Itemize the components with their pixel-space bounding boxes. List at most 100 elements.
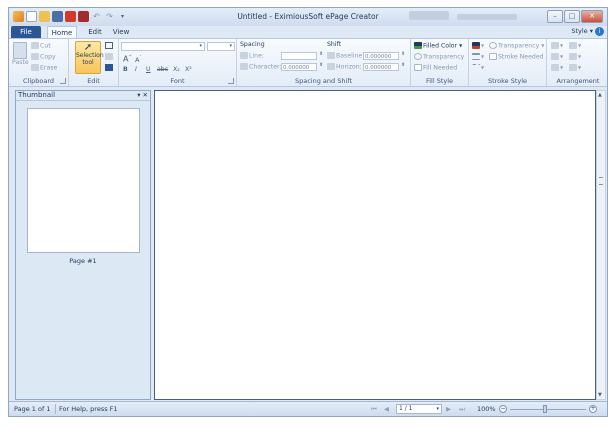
style-menu[interactable]: Style ▾ xyxy=(571,27,593,35)
text-tool-icon[interactable] xyxy=(105,42,113,49)
font-launcher-icon[interactable] xyxy=(228,78,234,84)
subscript-icon: X₂ xyxy=(173,66,180,73)
rotate-icon xyxy=(569,64,577,71)
align-button[interactable]: ▾ xyxy=(569,42,581,50)
character-spacing-input[interactable]: 0.000000 xyxy=(281,63,317,71)
cut-label: Cut xyxy=(40,42,51,50)
font-group: ▾ ▾ A^ Aˇ B I U abc X₂ X² Font xyxy=(119,39,237,86)
font-size-select[interactable]: ▾ xyxy=(207,42,235,51)
scroll-grip-icon[interactable] xyxy=(599,177,603,185)
previous-page-icon[interactable]: ◀ xyxy=(384,405,389,413)
baseline-text: Baseline: xyxy=(336,52,365,60)
help-icon[interactable]: i xyxy=(595,27,604,36)
stroke-color-button[interactable]: ▾ xyxy=(472,42,484,50)
font-family-select[interactable]: ▾ xyxy=(121,42,205,51)
character-spacing-spinner[interactable]: ⬍ xyxy=(319,62,323,68)
tab-file[interactable]: File xyxy=(11,26,41,38)
horizon-input[interactable]: 0.000000 xyxy=(363,63,399,71)
filled-color-button[interactable]: Filled Color ▾ xyxy=(414,42,462,50)
group-button[interactable]: ▾ xyxy=(569,53,581,61)
fill-needed-checkbox[interactable]: Fill Needed xyxy=(414,64,457,72)
italic-button[interactable]: I xyxy=(135,66,137,73)
font-group-label: Font xyxy=(170,77,185,85)
copy-button[interactable]: Copy xyxy=(31,53,56,61)
subscript-button[interactable]: X₂ xyxy=(173,66,180,73)
scroll-up-icon[interactable]: ▲ xyxy=(598,92,602,98)
scroll-down-icon[interactable]: ▼ xyxy=(598,392,602,398)
send-backward-icon xyxy=(551,53,559,60)
cut-button[interactable]: Cut xyxy=(31,42,51,50)
stroke-style-group-label: Stroke Style xyxy=(487,77,528,85)
page-thumbnail[interactable] xyxy=(27,108,140,253)
horizon-spinner[interactable]: ⬍ xyxy=(401,62,405,68)
page-selector[interactable]: 1 / 1 ▾ xyxy=(396,404,442,414)
tab-home[interactable]: Home xyxy=(47,26,77,38)
page-canvas[interactable] xyxy=(154,90,596,400)
line-spacing-spinner[interactable]: ⬍ xyxy=(319,51,323,57)
title-bar: ↶ ↷ ▾ Untitled - EximiousSoft ePage Crea… xyxy=(9,8,607,26)
bring-forward-button[interactable]: ▾ xyxy=(551,42,563,50)
scissors-icon xyxy=(31,42,39,49)
line-dash-button[interactable]: ▾ xyxy=(472,64,484,72)
zoom-in-icon[interactable]: + xyxy=(589,405,597,413)
italic-icon: I xyxy=(135,66,137,73)
stroke-transparency-button[interactable]: Transparency ▾ xyxy=(489,42,544,50)
thumbnail-panel-title: Thumbnail xyxy=(18,91,56,99)
bold-button[interactable]: B xyxy=(123,66,128,73)
clipboard-launcher-icon[interactable] xyxy=(60,78,66,84)
ribbon: Paste Cut Copy Erase Clipboard ➚ Selecti… xyxy=(9,38,607,87)
tab-view[interactable]: View xyxy=(109,26,133,38)
edit-group: ➚ Selection tool Edit xyxy=(69,39,119,86)
tab-edit[interactable]: Edit xyxy=(83,26,107,38)
next-page-icon[interactable]: ▶ xyxy=(446,405,451,413)
blurred-region xyxy=(409,11,449,20)
fill-style-group-label: Fill Style xyxy=(425,77,454,85)
line-width-button[interactable]: ▾ xyxy=(472,53,484,61)
filled-color-label: Filled Color xyxy=(423,42,458,50)
paste-button[interactable]: Paste xyxy=(12,42,29,66)
panel-menu-icon[interactable]: ▾ xyxy=(137,91,140,99)
fill-transparency-button[interactable]: Transparency xyxy=(414,53,464,61)
clipboard-group: Paste Cut Copy Erase Clipboard xyxy=(9,39,69,86)
character-spacing-icon xyxy=(240,63,248,70)
character-spacing-text: Character: xyxy=(249,63,282,71)
strikethrough-button[interactable]: abc xyxy=(157,66,168,73)
blurred-region xyxy=(457,14,517,20)
maximize-button[interactable]: □ xyxy=(564,10,580,23)
shift-title: Shift xyxy=(327,41,342,48)
superscript-button[interactable]: X² xyxy=(185,66,192,73)
checkbox-icon xyxy=(414,64,422,71)
first-page-icon[interactable]: ⏮ xyxy=(371,405,377,414)
chevron-down-icon: ▾ xyxy=(199,43,202,49)
baseline-input[interactable]: 0.000000 xyxy=(363,52,399,60)
flip-button[interactable]: ▾ xyxy=(551,64,563,72)
zoom-out-icon[interactable]: − xyxy=(499,405,507,413)
spacing-title: Spacing xyxy=(240,41,265,48)
erase-label: Erase xyxy=(40,64,58,72)
horizon-text: Horizon: xyxy=(336,63,362,71)
send-backward-button[interactable]: ▾ xyxy=(551,53,563,61)
zoom-slider-track[interactable] xyxy=(510,409,586,410)
stroke-transparency-label: Transparency xyxy=(498,42,540,50)
line-spacing-icon xyxy=(240,52,248,59)
grow-font-button[interactable]: A^ xyxy=(123,54,132,64)
minimize-button[interactable]: – xyxy=(547,10,563,23)
last-page-icon[interactable]: ⏭ xyxy=(459,405,465,414)
line-spacing-input[interactable] xyxy=(281,52,317,60)
underline-button[interactable]: U xyxy=(146,66,151,73)
underline-icon: U xyxy=(146,66,151,73)
close-icon[interactable]: ✕ xyxy=(143,91,148,99)
erase-button[interactable]: Erase xyxy=(31,64,57,72)
stroke-needed-checkbox[interactable]: Stroke Needed xyxy=(489,53,544,61)
zoom-slider-handle[interactable] xyxy=(543,405,547,413)
baseline-icon xyxy=(327,52,335,59)
vertical-scrollbar[interactable]: ▲ ▼ xyxy=(596,90,606,400)
window-title: Untitled - EximiousSoft ePage Creator xyxy=(237,12,379,21)
selection-tool-button[interactable]: ➚ Selection tool xyxy=(75,41,104,74)
shrink-font-button[interactable]: Aˇ xyxy=(135,55,141,64)
rotate-button[interactable]: ▾ xyxy=(569,64,581,72)
close-button[interactable]: ✕ xyxy=(581,10,603,23)
baseline-spinner[interactable]: ⬍ xyxy=(401,51,405,57)
flip-icon xyxy=(551,64,559,71)
fill-tool-icon[interactable] xyxy=(105,64,113,71)
